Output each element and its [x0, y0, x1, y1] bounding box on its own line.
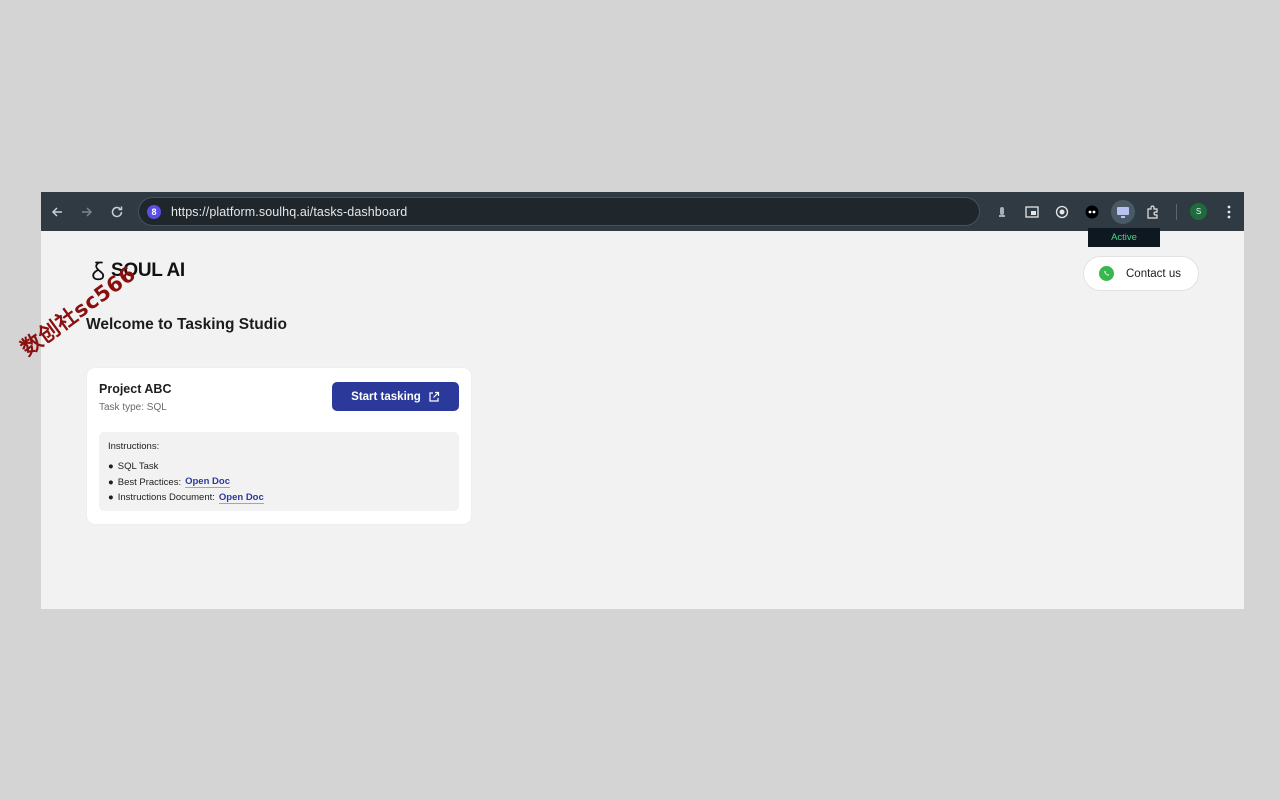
reload-icon	[111, 206, 123, 218]
extension-tooltip: Active	[1088, 228, 1160, 247]
page-title: Welcome to Tasking Studio	[86, 316, 287, 333]
external-link-icon	[429, 391, 439, 402]
back-button[interactable]	[46, 201, 68, 223]
picture-in-picture-icon[interactable]	[1020, 200, 1044, 224]
bullet: ●	[108, 461, 114, 473]
task-type: Task type: SQL	[99, 402, 167, 413]
profile-avatar[interactable]: S	[1190, 203, 1207, 220]
list-item-text: Instructions Document:	[117, 492, 215, 504]
project-name: Project ABC	[99, 382, 172, 396]
browser-toolbar: 8 https://platform.soulhq.ai/tasks-dashb…	[41, 192, 1244, 231]
list-item: ● Instructions Document: Open Doc	[108, 490, 450, 506]
forward-button[interactable]	[76, 201, 98, 223]
record-icon[interactable]	[1050, 200, 1074, 224]
start-tasking-label: Start tasking	[351, 390, 421, 403]
back-arrow-icon	[51, 207, 62, 217]
download-icon[interactable]	[990, 200, 1014, 224]
dark-circle-icon[interactable]	[1080, 200, 1104, 224]
start-tasking-button[interactable]: Start tasking	[332, 382, 459, 411]
best-practices-open-doc-link[interactable]: Open Doc	[185, 476, 230, 489]
list-item-text: SQL Task	[117, 461, 159, 473]
monitor-icon[interactable]	[1111, 200, 1135, 224]
list-item: ● SQL Task	[108, 459, 450, 475]
url-text: https://platform.soulhq.ai/tasks-dashboa…	[171, 204, 408, 219]
whatsapp-icon	[1099, 266, 1114, 281]
project-card: Project ABC Task type: SQL Start tasking…	[87, 368, 471, 524]
contact-us-button[interactable]: Contact us	[1083, 256, 1199, 291]
puzzle-icon[interactable]	[1141, 200, 1165, 224]
instructions-heading: Instructions:	[108, 441, 160, 452]
list-item: ● Best Practices: Open Doc	[108, 475, 450, 491]
forward-arrow-icon	[82, 207, 93, 217]
bullet: ●	[108, 492, 114, 504]
instructions-box: Instructions: ● SQL Task ● Best Practice…	[99, 432, 459, 511]
address-bar[interactable]: 8 https://platform.soulhq.ai/tasks-dashb…	[138, 197, 980, 226]
contact-us-label: Contact us	[1126, 267, 1181, 280]
reload-button[interactable]	[106, 201, 128, 223]
more-menu-icon[interactable]	[1217, 200, 1241, 224]
list-item-text: Best Practices:	[117, 476, 182, 488]
site-favicon-icon: 8	[147, 204, 161, 219]
instructions-open-doc-link[interactable]: Open Doc	[218, 492, 264, 504]
browser-window: 8 https://platform.soulhq.ai/tasks-dashb…	[41, 192, 1244, 609]
bullet: ●	[108, 476, 114, 488]
toolbar-separator	[1176, 204, 1177, 220]
